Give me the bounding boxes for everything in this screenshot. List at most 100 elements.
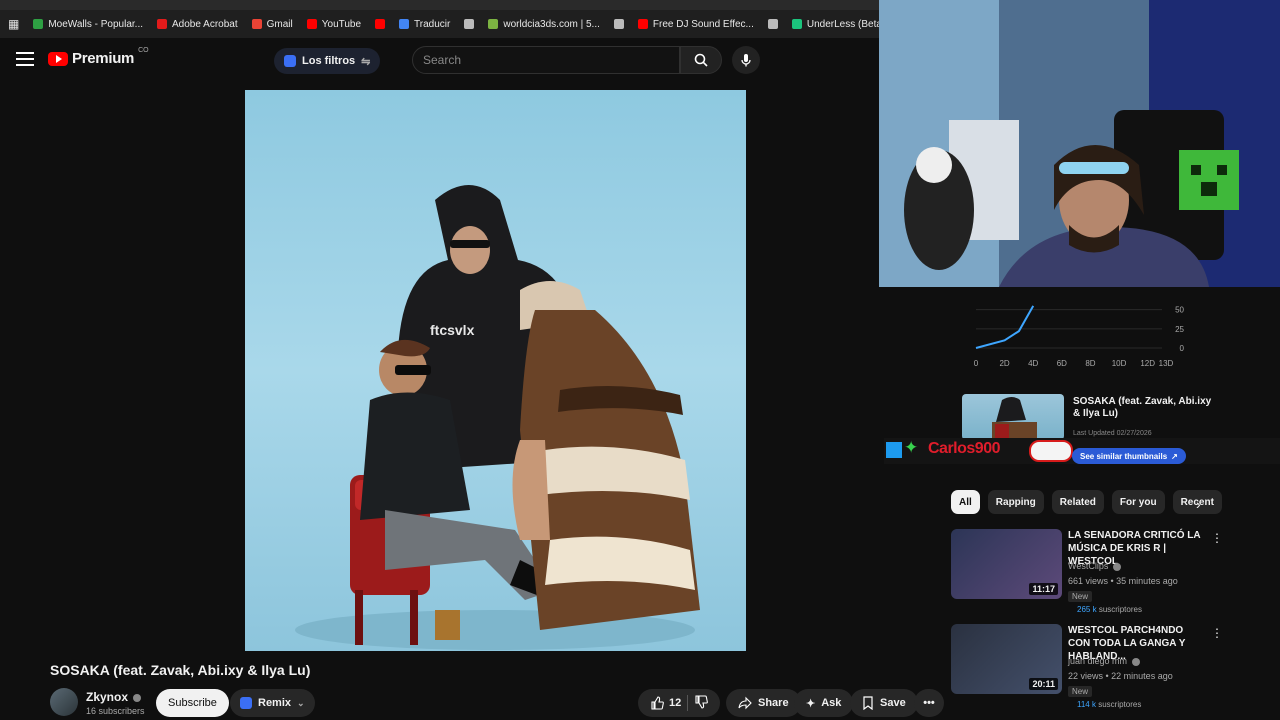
bookmark-item[interactable]: Gmail: [251, 18, 293, 30]
chart-x-tick: 13D: [1159, 359, 1174, 368]
chip-related[interactable]: Related: [1051, 490, 1104, 514]
subscribe-button[interactable]: Subscribe: [156, 689, 229, 717]
chip-all[interactable]: All: [951, 490, 980, 514]
webcam-overlay: [879, 0, 1280, 287]
like-count: 12: [669, 697, 682, 709]
search-icon: [694, 53, 708, 67]
video-duration: 20:11: [1029, 678, 1058, 690]
bookmark-favicon-icon: [306, 19, 317, 29]
recommendation-thumbnail[interactable]: 11:17: [951, 529, 1062, 599]
chart-x-tick: 6D: [1057, 359, 1067, 368]
bookmark-label: Gmail: [266, 18, 293, 30]
bookmark-label: YouTube: [321, 18, 362, 30]
bookmark-item[interactable]: worldcia3ds.com | 5...: [488, 19, 600, 30]
country-code: CO: [138, 47, 149, 54]
new-badge: New: [1068, 591, 1093, 602]
subscriber-number: 265 k: [1077, 605, 1097, 614]
streamer-webcam-image: [879, 0, 1280, 287]
recommendation-meta: 661 views • 35 minutes ago: [1068, 576, 1178, 586]
bookmark-favicon-icon: [767, 19, 778, 29]
save-button[interactable]: Save: [850, 689, 918, 717]
see-similar-thumbnails-button[interactable]: See similar thumbnails ↗: [1072, 448, 1186, 464]
share-button[interactable]: Share: [726, 689, 801, 717]
shirt-text: ftcsvlx: [430, 322, 475, 338]
chart-series-line: [975, 305, 1035, 349]
see-similar-label: See similar thumbnails: [1080, 451, 1168, 461]
search-input[interactable]: Search: [412, 46, 680, 74]
bookmark-favicon-icon: [375, 19, 386, 29]
divider: [687, 695, 689, 711]
bookmark-label: worldcia3ds.com | 5...: [503, 18, 600, 30]
bookmark-label: Free DJ Sound Effec...: [652, 18, 754, 30]
more-vertical-icon[interactable]: ⋮: [1211, 626, 1223, 640]
apps-grid-icon[interactable]: ▦: [8, 17, 19, 31]
filters-chip[interactable]: Los filtros ⇋: [274, 48, 381, 74]
bookmark-item[interactable]: UnderLess (Beta): [791, 19, 880, 30]
bookmark-item[interactable]: [464, 19, 475, 29]
browser-tab-strip: [0, 0, 880, 10]
thumbs-up-icon: [651, 696, 664, 710]
youtube-premium-logo[interactable]: Premium CO: [48, 47, 149, 67]
bookmark-label: MoeWalls - Popular...: [48, 18, 144, 30]
verified-icon: [1112, 562, 1121, 571]
verified-icon: [1131, 657, 1140, 666]
bookmark-label: Traducir: [414, 18, 451, 30]
dislike-button[interactable]: [694, 694, 709, 712]
filters-badge-icon: [284, 55, 296, 67]
video-player[interactable]: ftcsvlx: [245, 90, 746, 651]
chevron-down-icon: ⌄: [297, 697, 305, 708]
recommendation-channel-name: juan diego mm: [1068, 656, 1128, 666]
menu-icon[interactable]: [16, 52, 34, 66]
bookmark-favicon-icon: [791, 19, 802, 29]
chart-y-tick: 50: [1175, 306, 1184, 315]
subscriber-label: suscriptores: [1098, 700, 1142, 709]
ask-button[interactable]: ✦ Ask: [794, 689, 854, 717]
share-label: Share: [758, 697, 789, 709]
chart-x-tick: 12D: [1140, 359, 1155, 368]
bookmark-item[interactable]: [613, 19, 624, 29]
bookmark-item[interactable]: [375, 19, 386, 29]
recommendation-card[interactable]: 11:17 LA SENADORA CRITICÓ LA MÚSICA DE KR…: [951, 529, 1223, 615]
save-playlist-icon: [863, 696, 873, 710]
recommendation-card[interactable]: 20:11 WESTCOL PARCH4NDO CON TODA LA GANGA…: [951, 624, 1223, 710]
chart-x-tick: 2D: [999, 359, 1009, 368]
bookmarks-bar: ▦ MoeWalls - Popular... Adobe Acrobat Gmai…: [0, 10, 880, 38]
share-arrow-icon: [738, 696, 752, 710]
chart-x-tick: 4D: [1028, 359, 1038, 368]
recommendation-channel[interactable]: juan diego mm: [1068, 656, 1140, 666]
bookmark-item[interactable]: Adobe Acrobat: [157, 19, 238, 30]
more-actions-button[interactable]: •••: [914, 689, 944, 717]
thumbnail-preview: [962, 394, 1064, 440]
sliders-icon: ⇋: [361, 55, 371, 68]
bookmark-favicon-icon: [399, 19, 410, 29]
recommendation-thumbnail[interactable]: 20:11: [951, 624, 1062, 694]
chip-rapping[interactable]: Rapping: [987, 490, 1044, 514]
thumbs-down-icon: [695, 694, 709, 709]
bookmark-favicon-icon: [613, 19, 624, 29]
bookmark-item[interactable]: Free DJ Sound Effec...: [637, 18, 754, 30]
bookmark-item[interactable]: Traducir: [399, 19, 450, 30]
bookmark-item[interactable]: MoeWalls - Popular...: [33, 19, 143, 30]
chevron-right-icon[interactable]: ›: [1196, 496, 1201, 512]
chip-for-you[interactable]: For you: [1111, 490, 1165, 514]
microphone-icon: [741, 54, 751, 67]
streamer-name: Carlos900: [928, 440, 1001, 457]
remix-button[interactable]: Remix ⌄: [230, 689, 315, 717]
channel-name-text: Zkynox: [86, 690, 129, 704]
bookmark-favicon-icon: [464, 19, 475, 29]
recommendation-channel[interactable]: WestClips: [1068, 561, 1121, 571]
more-vertical-icon[interactable]: ⋮: [1211, 531, 1223, 545]
voice-search-button[interactable]: [732, 46, 760, 74]
verified-icon: [133, 693, 142, 702]
subscriber-number: 114 k: [1077, 700, 1096, 709]
search-button[interactable]: [680, 46, 722, 74]
album-cover-art: ftcsvlx: [295, 185, 700, 650]
bookmark-item[interactable]: [767, 19, 778, 29]
sparkle-icon: ✦: [806, 697, 816, 710]
thumbnail-card[interactable]: SOSAKA (feat. Zavak, Abi.ixy & Ilya Lu) …: [962, 394, 1220, 444]
channel-avatar[interactable]: [50, 688, 78, 716]
bookmark-item[interactable]: YouTube: [306, 18, 362, 30]
like-button[interactable]: 12: [650, 696, 681, 710]
external-link-icon: ↗: [1171, 451, 1178, 461]
channel-name[interactable]: Zkynox: [86, 690, 142, 704]
